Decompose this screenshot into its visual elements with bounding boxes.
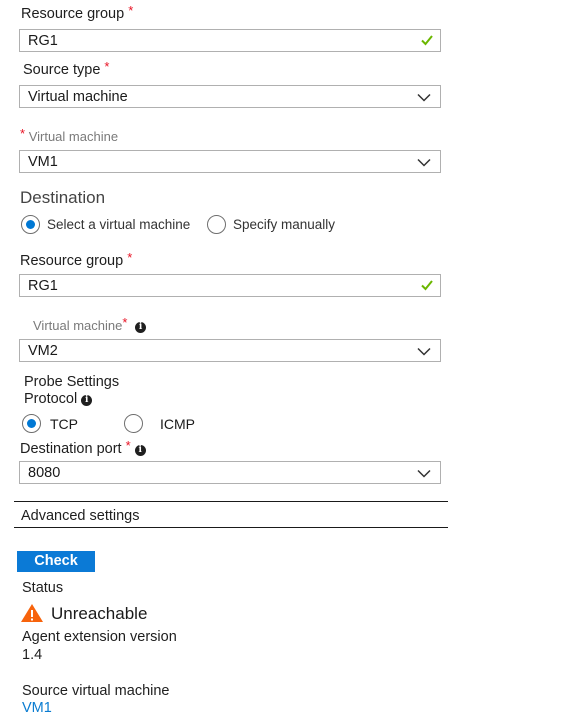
chevron-down-icon [417,158,431,167]
destination-resource-group-input[interactable]: RG1 [19,274,441,297]
required-asterisk: * [127,250,133,265]
advanced-settings-toggle[interactable]: Advanced settings [21,508,140,524]
source-resource-group-input[interactable]: RG1 [19,29,441,52]
agent-extension-version-label: Agent extension version [22,629,177,645]
destination-resource-group-label: Resource group * [20,250,133,269]
chevron-down-icon [417,469,431,478]
field-value: 8080 [28,465,61,481]
radio-specify-manually[interactable] [207,215,226,234]
source-resource-group-label: Resource group * [21,3,134,22]
required-asterisk: * [122,315,128,330]
label-text: Destination port [20,441,122,457]
radio-label-specify-manually[interactable]: Specify manually [233,217,335,232]
label-text: Virtual machine [28,129,119,144]
status-value: Unreachable [51,604,148,623]
source-virtual-machine-label: * Virtual machine [20,126,119,144]
probe-settings-heading: Probe Settings [24,374,120,390]
radio-protocol-tcp[interactable] [22,414,41,433]
destination-heading: Destination [20,188,106,207]
status-label: Status [22,580,64,596]
info-icon[interactable]: i [134,445,146,456]
source-type-label: Source type * [23,59,110,78]
agent-extension-version-value: 1.4 [22,647,43,663]
field-value: Virtual machine [28,89,128,105]
info-icon[interactable]: i [135,322,147,333]
divider [14,501,448,502]
required-asterisk: * [104,59,110,74]
destination-virtual-machine-dropdown[interactable]: VM2 [19,339,441,362]
field-value: VM1 [28,154,58,170]
radio-label-icmp[interactable]: ICMP [160,416,195,432]
source-type-dropdown[interactable]: Virtual machine [19,85,441,108]
destination-port-label: Destination port * i [20,438,146,457]
destination-virtual-machine-label: Virtual machine* i [33,315,147,333]
radio-protocol-icmp[interactable] [124,414,143,433]
checkmark-icon [421,280,433,291]
label-text: Virtual machine [33,318,123,333]
label-text: Resource group [20,253,124,269]
divider [14,527,448,528]
source-virtual-machine-dropdown[interactable]: VM1 [19,150,441,173]
info-icon[interactable]: i [81,395,93,406]
checkmark-icon [421,35,433,46]
source-virtual-machine-link[interactable]: VM1 [22,700,52,716]
radio-label-select-virtual-machine[interactable]: Select a virtual machine [47,217,190,232]
field-value: RG1 [28,278,58,294]
field-value: VM2 [28,343,58,359]
radio-selected-dot [27,419,36,428]
required-asterisk: * [20,126,26,141]
source-virtual-machine-result-label: Source virtual machine [22,683,170,699]
radio-select-virtual-machine[interactable] [21,215,40,234]
field-value: RG1 [28,33,58,49]
chevron-down-icon [417,93,431,102]
chevron-down-icon [417,347,431,356]
warning-triangle-icon [21,604,43,622]
check-button[interactable]: Check [17,551,95,572]
label-text: Source type [23,62,101,78]
required-asterisk: * [128,3,134,18]
protocol-label: Protocol i [24,391,93,407]
radio-label-tcp[interactable]: TCP [50,416,78,432]
label-text: Protocol [24,391,78,407]
destination-port-dropdown[interactable]: 8080 [19,461,441,484]
required-asterisk: * [125,438,131,453]
label-text: Resource group [21,6,125,22]
radio-selected-dot [26,220,35,229]
